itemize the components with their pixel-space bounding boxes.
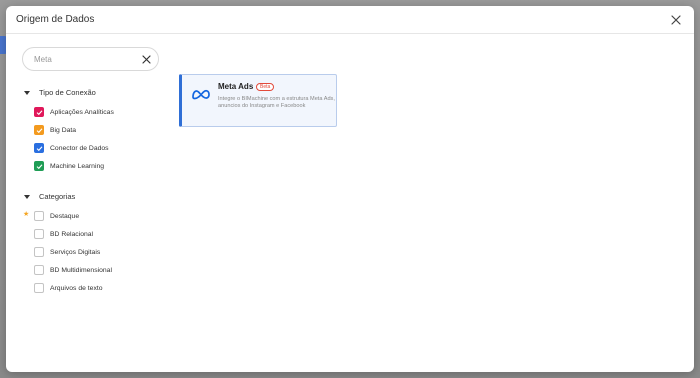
data-source-modal: Origem de Dados Tipo de Conexão Apli [6,6,694,372]
filter-label: Big Data [50,126,77,134]
checkbox-unchecked[interactable] [34,247,44,257]
checkbox-unchecked[interactable] [34,265,44,275]
category-relational-db[interactable]: BD Relacional [34,228,93,240]
card-description: Integre o BIMachine com a estrutura Meta… [218,96,335,109]
category-label: BD Multidimensional [50,266,112,274]
check-icon [36,127,42,133]
modal-title: Origem de Dados [16,14,95,25]
filter-label: Conector de Dados [50,144,109,152]
meta-logo-icon [191,87,211,105]
data-source-card-meta-ads[interactable]: Meta Ads Beta Integre o BIMachine com a … [179,74,337,127]
filter-analytics-apps[interactable]: Aplicações Analíticas [34,106,114,118]
filter-machine-learning[interactable]: Machine Learning [34,160,104,172]
category-text-files[interactable]: Arquivos de texto [34,282,103,294]
category-label: Serviços Digitais [50,248,101,256]
checkbox-unchecked[interactable] [34,211,44,221]
checkbox-checked[interactable] [34,107,44,117]
section-categories[interactable]: Categorias [22,192,75,201]
clear-search-button[interactable] [140,53,152,65]
category-multidimensional-db[interactable]: BD Multidimensional [34,264,112,276]
checkbox-unchecked[interactable] [34,229,44,239]
checkbox-checked[interactable] [34,161,44,171]
filter-data-connector[interactable]: Conector de Dados [34,142,109,154]
category-label: Destaque [50,212,80,220]
category-label: Arquivos de texto [50,284,103,292]
category-featured[interactable]: Destaque [34,210,79,222]
beta-badge: Beta [256,83,275,91]
checkbox-unchecked[interactable] [34,283,44,293]
filter-label: Aplicações Analíticas [50,108,114,116]
check-icon [36,163,42,169]
check-icon [36,109,42,115]
filter-label: Machine Learning [50,162,105,170]
category-digital-services[interactable]: Serviços Digitais [34,246,100,258]
check-icon [36,145,42,151]
search-input[interactable] [32,53,136,65]
caret-down-icon [24,194,30,199]
caret-down-icon [24,90,30,95]
modal-header: Origem de Dados [6,6,694,34]
checkbox-checked[interactable] [34,125,44,135]
category-label: BD Relacional [50,230,94,238]
filter-big-data[interactable]: Big Data [34,124,76,136]
card-title: Meta Ads [218,82,254,91]
close-button[interactable] [668,12,684,28]
section-connection-type-label: Tipo de Conexão [39,88,96,97]
clear-icon [141,54,151,64]
star-icon: ★ [23,211,30,218]
search-box[interactable] [22,47,159,71]
section-categories-label: Categorias [39,192,76,201]
section-connection-type[interactable]: Tipo de Conexão [22,88,96,97]
close-icon [671,14,681,25]
checkbox-checked[interactable] [34,143,44,153]
